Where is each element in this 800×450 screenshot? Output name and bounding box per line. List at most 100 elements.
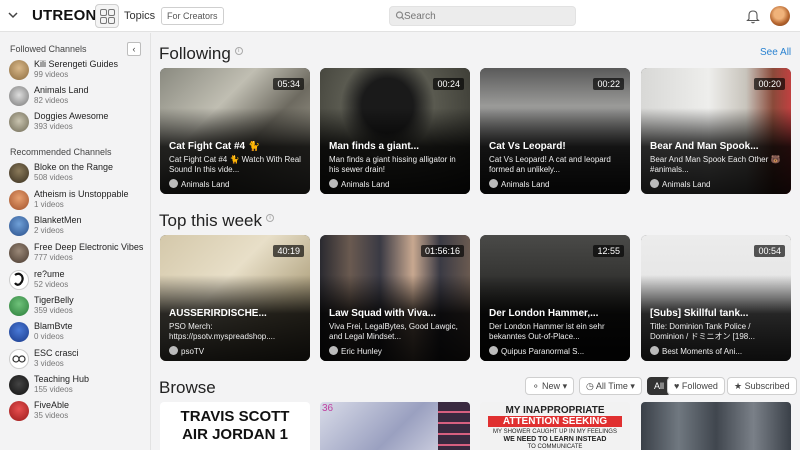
channel-avatar xyxy=(489,179,498,188)
video-card[interactable]: 00:24 Man finds a giant... Man finds a g… xyxy=(320,68,470,194)
sidebar-channel[interactable]: TigerBelly 359 videos xyxy=(9,295,149,317)
channel-name: Kili Serengeti Guides xyxy=(34,59,119,69)
see-all-link[interactable]: See All xyxy=(760,47,791,58)
filter-followed-button[interactable]: ♥ Followed xyxy=(667,377,725,395)
sidebar-channel[interactable]: Kili Serengeti Guides 99 videos xyxy=(9,59,149,81)
channel-name: Quipus Paranormal S... xyxy=(501,347,585,356)
video-duration: 01:56:16 xyxy=(420,245,464,257)
info-icon[interactable]: i xyxy=(266,214,274,222)
thumbnail-caption: TO COMMUNICATE xyxy=(527,444,583,450)
channel-count: 99 videos xyxy=(34,70,69,79)
video-channel[interactable]: psoTV xyxy=(169,346,204,356)
video-description: Der London Hammer ist ein sehr bekanntes… xyxy=(489,322,605,341)
video-card[interactable]: 00:22 Cat Vs Leopard! Cat Vs Leopard! A … xyxy=(480,68,630,194)
video-duration: 00:22 xyxy=(593,78,624,90)
sidebar-channel[interactable]: FiveAble 35 videos xyxy=(9,400,149,422)
sidebar-channel[interactable]: Atheism is Unstoppable 1 videos xyxy=(9,189,149,211)
search-input[interactable] xyxy=(404,8,569,24)
star-icon: ★ xyxy=(734,381,743,391)
sidebar: Followed Channels ‹ Kili Serengeti Guide… xyxy=(0,33,151,450)
thumbnail-caption: MY SHOWER CAUGHT UP IN MY FEELINGS xyxy=(493,429,617,435)
channel-name: Bloke on the Range xyxy=(34,162,114,172)
video-card[interactable]: 01:56:16 Law Squad with Viva... Viva Fre… xyxy=(320,235,470,361)
heart-icon: ♥ xyxy=(674,381,680,391)
channel-avatar xyxy=(9,86,29,106)
channel-count: 155 videos xyxy=(34,385,73,394)
thumbnail-caption: 36 xyxy=(322,403,334,414)
user-avatar[interactable] xyxy=(770,6,790,26)
video-channel[interactable]: Best Moments of Ani... xyxy=(650,346,742,356)
channel-count: 2 videos xyxy=(34,226,64,235)
search-box[interactable] xyxy=(389,6,576,26)
sidebar-channel[interactable]: re?ume 52 videos xyxy=(9,269,149,291)
channel-avatar xyxy=(489,346,498,355)
channel-avatar xyxy=(9,296,29,316)
video-description: Viva Frei, LegalBytes, Good Lawgic, and … xyxy=(329,322,458,341)
utreon-logo[interactable]: UTREON xyxy=(32,7,105,24)
video-card[interactable]: 05:34 Cat Fight Cat #4 🐈 Cat Fight Cat #… xyxy=(160,68,310,194)
channel-avatar xyxy=(650,346,659,355)
channel-name: BlamBvte xyxy=(34,321,73,331)
sidebar-channel[interactable]: Free Deep Electronic Vibes 777 videos xyxy=(9,242,149,264)
channel-avatar xyxy=(9,216,29,236)
video-title: Man finds a giant... xyxy=(329,141,420,152)
recommended-channels-heading: Recommended Channels xyxy=(10,147,112,157)
video-channel[interactable]: Animals Land xyxy=(489,179,549,189)
info-icon[interactable]: i xyxy=(234,47,243,55)
sidebar-channel[interactable]: Doggies Awesome 393 videos xyxy=(9,111,149,133)
collapse-sidebar-button[interactable]: ‹ xyxy=(127,42,141,56)
all-time-dropdown[interactable]: ◷ All Time ▾ xyxy=(579,377,642,395)
channel-name: Animals Land xyxy=(181,180,230,189)
video-duration: 00:54 xyxy=(754,245,785,257)
video-card[interactable]: 12:55 Der London Hammer,... Der London H… xyxy=(480,235,630,361)
bell-icon[interactable] xyxy=(746,8,760,24)
following-title: Following xyxy=(159,44,231,63)
video-channel[interactable]: Animals Land xyxy=(329,179,389,189)
channel-count: 777 videos xyxy=(34,253,73,262)
sidebar-channel[interactable]: Teaching Hub 155 videos xyxy=(9,374,149,396)
sidebar-channel[interactable]: ESC crasci 3 videos xyxy=(9,348,149,370)
channel-avatar xyxy=(9,190,29,210)
browse-thumbnail[interactable]: 36 xyxy=(320,402,470,450)
channel-avatar xyxy=(169,346,178,355)
filter-subscribed-button[interactable]: ★ Subscribed xyxy=(727,377,797,395)
topics-grid-icon[interactable] xyxy=(95,4,119,28)
chevron-down-icon[interactable] xyxy=(6,9,20,23)
channel-count: 0 videos xyxy=(34,332,64,341)
topics-link[interactable]: Topics xyxy=(124,10,155,22)
video-description: PSO Merch: https://psotv.myspreadshop...… xyxy=(169,322,276,341)
channel-avatar xyxy=(9,401,29,421)
channel-name: Doggies Awesome xyxy=(34,111,109,121)
main-content: Following i See All 05:34 Cat Fight Cat #… xyxy=(151,33,800,450)
browse-thumbnail[interactable]: TRAVIS SCOTT AIR JORDAN 1 xyxy=(160,402,310,450)
video-channel[interactable]: Eric Hunley xyxy=(329,346,382,356)
channel-avatar xyxy=(9,375,29,395)
channel-name: Animals Land xyxy=(341,180,390,189)
channel-name: Free Deep Electronic Vibes xyxy=(34,242,144,252)
browse-thumbnail[interactable]: MY INAPPROPRIATE ATTENTION SEEKING MY SH… xyxy=(480,402,630,450)
video-duration: 40:19 xyxy=(273,245,304,257)
channel-avatar xyxy=(329,346,338,355)
video-description: Man finds a giant hissing alligator in h… xyxy=(329,155,456,174)
channel-count: 393 videos xyxy=(34,122,73,131)
video-card[interactable]: 00:54 [Subs] Skillful tank... Title: Dom… xyxy=(641,235,791,361)
browse-thumbnail[interactable] xyxy=(641,402,791,450)
video-channel[interactable]: Animals Land xyxy=(650,179,710,189)
video-description: Title: Dominion Tank Police / Dominion /… xyxy=(650,322,755,341)
sort-new-dropdown[interactable]: ⚬ New ▾ xyxy=(525,377,575,395)
video-card[interactable]: 40:19 AUSSERIRDISCHE... PSO Merch: https… xyxy=(160,235,310,361)
sidebar-channel[interactable]: BlamBvte 0 videos xyxy=(9,321,149,343)
channel-name: Animals Land xyxy=(501,180,550,189)
channel-count: 35 videos xyxy=(34,411,69,420)
video-channel[interactable]: Animals Land xyxy=(169,179,229,189)
video-card[interactable]: 00:20 Bear And Man Spook... Bear And Man… xyxy=(641,68,791,194)
sidebar-channel[interactable]: Animals Land 82 videos xyxy=(9,85,149,107)
channel-name: TigerBelly xyxy=(34,295,74,305)
video-channel[interactable]: Quipus Paranormal S... xyxy=(489,346,584,356)
channel-name: Animals Land xyxy=(34,85,89,95)
for-creators-button[interactable]: For Creators xyxy=(161,7,224,25)
sidebar-channel[interactable]: BlanketMen 2 videos xyxy=(9,215,149,237)
sidebar-channel[interactable]: Bloke on the Range 508 videos xyxy=(9,162,149,184)
channel-count: 82 videos xyxy=(34,96,69,105)
video-title: Cat Fight Cat #4 🐈 xyxy=(169,141,261,152)
